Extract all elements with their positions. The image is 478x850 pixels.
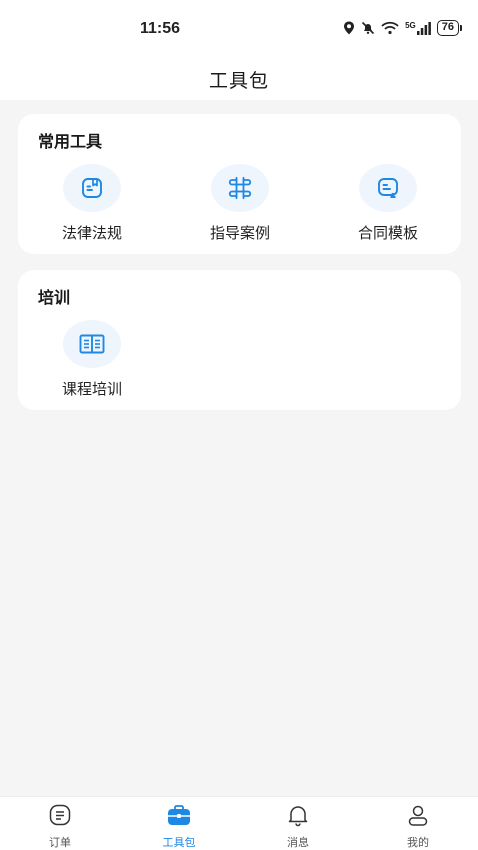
order-icon [48, 803, 72, 831]
tool-course-training[interactable]: 课程培训 [32, 320, 152, 399]
nav-bar: 工具包 [0, 58, 478, 100]
tab-label: 消息 [287, 836, 309, 849]
user-icon [406, 803, 430, 831]
tab-orders[interactable]: 订单 [20, 803, 100, 850]
bottom-tab-bar: 订单 工具包 消息 我的 [0, 796, 478, 850]
contract-template-icon [359, 164, 417, 212]
status-icons: 5G 76 [343, 20, 462, 36]
section-training: 培训 课程培训 [18, 270, 461, 410]
tab-profile[interactable]: 我的 [378, 803, 458, 850]
section-title: 常用工具 [38, 132, 103, 151]
status-time: 11:56 [140, 20, 181, 37]
tab-label: 我的 [407, 836, 429, 849]
tab-messages[interactable]: 消息 [258, 803, 338, 850]
toolbox-icon [166, 803, 192, 831]
tool-label: 合同模板 [357, 224, 418, 242]
page-title: 工具包 [208, 69, 269, 92]
mute-bell-icon [361, 21, 375, 35]
tab-label: 工具包 [162, 836, 196, 849]
tab-toolbox[interactable]: 工具包 [139, 803, 219, 850]
open-book-icon [63, 320, 121, 368]
network-label: 5G [405, 20, 416, 30]
location-icon [343, 21, 355, 35]
tool-label: 法律法规 [61, 224, 122, 242]
status-bar: 11:56 5G 76 [0, 0, 478, 58]
wifi-icon [381, 21, 399, 35]
tab-label: 订单 [49, 836, 71, 849]
tool-label: 课程培训 [61, 380, 122, 398]
section-common-tools: 常用工具 法律法规 指导案例 合同模板 [18, 114, 461, 254]
tool-contract-templates[interactable]: 合同模板 [328, 164, 448, 243]
bell-icon [286, 803, 310, 831]
tool-guiding-cases[interactable]: 指导案例 [180, 164, 300, 243]
signal-icon: 5G [405, 20, 431, 35]
tool-label: 指导案例 [209, 224, 270, 242]
law-document-icon [63, 164, 121, 212]
battery-icon: 76 [436, 20, 462, 36]
case-grid-icon [211, 164, 269, 212]
battery-level: 76 [436, 20, 459, 36]
tool-law-regulations[interactable]: 法律法规 [32, 164, 152, 243]
section-title: 培训 [38, 288, 71, 307]
